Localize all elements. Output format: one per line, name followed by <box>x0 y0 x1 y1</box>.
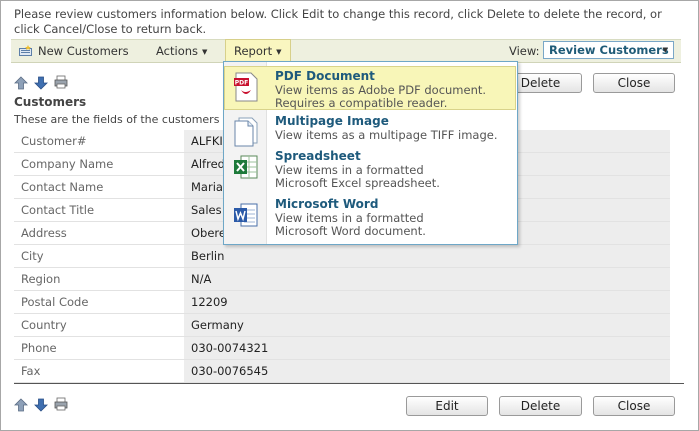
pdf-icon-label: PDF <box>235 80 248 87</box>
actions-label: Actions <box>156 44 199 58</box>
form-row: Region N/A <box>14 268 670 291</box>
menu-item-description: View items in a formatted Microsoft Word… <box>275 212 426 238</box>
page-frame: Please review customers information belo… <box>0 0 699 431</box>
form-row: Country Germany <box>14 314 670 337</box>
pdf-icon: PDF <box>234 72 258 102</box>
form-row: City Berlin <box>14 245 670 268</box>
menu-item-desc-line: Microsoft Excel spreadsheet. <box>275 176 440 190</box>
view-select[interactable]: Review Customers ▼ <box>543 41 674 59</box>
actions-menu[interactable]: Actions ▼ <box>156 40 207 62</box>
field-label: Contact Title <box>21 203 95 217</box>
chevron-down-icon: ▼ <box>202 48 208 56</box>
close-button-label: Close <box>617 76 651 90</box>
form-row: Phone 030-0074321 <box>14 337 670 360</box>
form-row: Postal Code 12209 <box>14 291 670 314</box>
menu-item-desc-line: Requires a compatible reader. <box>275 96 448 110</box>
arrow-up-icon[interactable] <box>14 398 28 412</box>
field-value: N/A <box>184 268 670 290</box>
field-label: Fax <box>21 364 41 378</box>
field-value: 030-0074321 <box>184 337 670 359</box>
toolbar: New Customers Actions ▼ Report ▼ View: Rev… <box>11 39 681 63</box>
field-label: Country <box>21 318 67 332</box>
field-label: Contact Name <box>21 180 104 194</box>
report-menu[interactable]: Report ▼ <box>225 39 291 63</box>
field-value: Berlin <box>184 245 670 267</box>
field-value: 12209 <box>184 291 670 313</box>
field-label: City <box>21 249 44 263</box>
menu-item-desc-line: Microsoft Word document. <box>275 224 426 238</box>
menu-item-description: View items as a multipage TIFF image. <box>275 129 498 142</box>
arrow-down-icon[interactable] <box>34 76 48 90</box>
field-label: Customer# <box>21 134 87 148</box>
menu-item-desc-line: View items as a multipage TIFF image. <box>275 128 498 142</box>
new-customers-button[interactable]: New Customers <box>19 40 129 62</box>
image-icon <box>234 117 258 147</box>
print-icon[interactable] <box>54 397 68 411</box>
close-button-top[interactable]: Close <box>593 73 675 93</box>
delete-button-label: Delete <box>520 76 561 90</box>
field-label: Postal Code <box>21 295 89 309</box>
menu-item-title: Multipage Image <box>275 114 389 128</box>
close-button-bottom[interactable]: Close <box>593 396 675 416</box>
edit-button-bottom[interactable]: Edit <box>406 396 488 416</box>
view-label: View: <box>509 44 540 58</box>
excel-icon <box>234 155 258 179</box>
section-title: Customers <box>14 95 87 109</box>
chevron-down-icon: ▼ <box>276 48 282 56</box>
arrow-down-icon[interactable] <box>34 398 48 412</box>
edit-button-label: Edit <box>435 399 459 413</box>
view-select-value: Review Customers <box>549 43 669 57</box>
close-button-label: Close <box>617 399 651 413</box>
menu-item-title: Microsoft Word <box>275 197 379 211</box>
menu-item-spreadsheet[interactable]: Spreadsheet View items in a formatted Mi… <box>225 147 515 190</box>
report-dropdown: PDF PDF Document View items as Adobe PDF… <box>223 61 518 245</box>
field-value: Germany <box>184 314 670 336</box>
field-label: Company Name <box>21 157 114 171</box>
instructions-text: Please review customers information belo… <box>14 7 662 36</box>
menu-item-description: View items in a formatted Microsoft Exce… <box>275 164 440 190</box>
field-label: Address <box>21 226 67 240</box>
menu-item-pdf-document[interactable]: PDF PDF Document View items as Adobe PDF… <box>224 66 516 110</box>
report-label: Report <box>234 44 273 58</box>
delete-button-bottom[interactable]: Delete <box>499 396 582 416</box>
print-icon[interactable] <box>54 75 68 89</box>
menu-item-title: Spreadsheet <box>275 149 361 163</box>
divider <box>14 383 684 384</box>
field-value: 030-0076545 <box>184 360 670 382</box>
menu-item-microsoft-word[interactable]: Microsoft Word View items in a formatted… <box>225 195 515 238</box>
form-row: Fax 030-0076545 <box>14 360 670 383</box>
chevron-down-icon: ▼ <box>662 46 668 54</box>
menu-item-title: PDF Document <box>275 69 375 83</box>
new-record-icon <box>19 45 32 56</box>
arrow-up-icon[interactable] <box>14 76 28 90</box>
new-customers-label: New Customers <box>38 44 129 58</box>
menu-item-description: View items as Adobe PDF document. Requir… <box>275 84 486 110</box>
field-label: Region <box>21 272 61 286</box>
delete-button-label: Delete <box>520 399 561 413</box>
section-description: These are the fields of the customers re… <box>14 113 234 126</box>
field-label: Phone <box>21 341 57 355</box>
word-icon <box>234 203 258 227</box>
